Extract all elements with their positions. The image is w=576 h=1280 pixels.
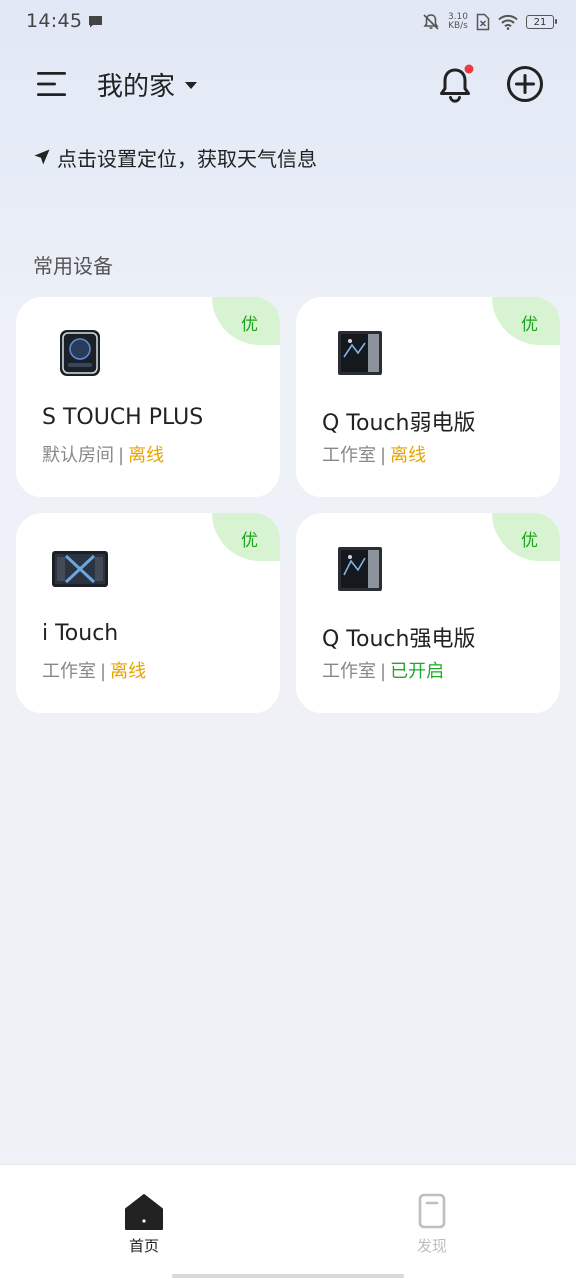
discover-icon (418, 1193, 446, 1229)
device-room: 工作室 (322, 445, 376, 466)
caret-down-icon (185, 81, 198, 89)
device-card-q-touch-weak[interactable]: 优 Q Touch弱电版 工作室 | 离线 (296, 297, 560, 497)
device-card-q-touch-strong[interactable]: 优 Q Touch强电版 工作室 | 已开启 (296, 513, 560, 713)
bottom-nav: 首页 发现 (0, 1164, 576, 1280)
separator: | (380, 661, 387, 682)
mute-bell-icon (423, 14, 439, 30)
nav-label-discover: 发现 (416, 1237, 447, 1255)
battery-indicator: 21 (526, 15, 557, 29)
device-card-i-touch[interactable]: 优 i Touch 工作室 | 离线 (16, 513, 280, 713)
device-status: 离线 (110, 661, 147, 682)
menu-icon[interactable] (36, 70, 68, 98)
separator: | (100, 661, 107, 682)
device-image-i-touch (52, 551, 108, 587)
device-room: 默认房间 (42, 445, 114, 466)
device-status: 离线 (128, 445, 165, 466)
device-name: Q Touch弱电版 (322, 411, 476, 436)
status-icons: 3.10 KB/s 21 (422, 10, 557, 34)
device-meta: 工作室 | 离线 (322, 441, 426, 467)
nav-label-home: 首页 (128, 1237, 159, 1255)
status-time: 14:45 (26, 10, 83, 32)
gesture-bar[interactable] (172, 1274, 404, 1278)
status-bar: 14:45 3.10 KB/s 21 (0, 0, 576, 44)
device-image-q-touch-weak (338, 331, 382, 375)
quality-badge: 优 (212, 297, 280, 345)
device-room: 工作室 (42, 661, 96, 682)
wifi-icon (498, 14, 518, 30)
add-device-icon[interactable] (505, 64, 545, 104)
device-image-s-touch-plus (60, 330, 100, 376)
device-meta: 工作室 | 离线 (42, 657, 146, 683)
quality-badge: 优 (492, 297, 560, 345)
device-meta: 工作室 | 已开启 (322, 657, 444, 683)
device-name: i Touch (42, 621, 119, 646)
notification-bell-icon[interactable] (436, 64, 474, 104)
section-title: 常用设备 (33, 254, 113, 278)
quality-badge: 优 (212, 513, 280, 561)
location-arrow-icon (34, 149, 50, 165)
device-image-q-touch-strong (338, 547, 382, 591)
quality-badge: 优 (492, 513, 560, 561)
device-room: 工作室 (322, 661, 376, 682)
network-speed: 3.10 KB/s (448, 13, 468, 31)
home-title: 我的家 (97, 71, 176, 102)
nav-item-home[interactable]: 首页 (104, 1193, 184, 1257)
nav-item-discover[interactable]: 发现 (392, 1193, 472, 1257)
device-status: 离线 (390, 445, 427, 466)
device-status: 已开启 (390, 661, 445, 682)
separator: | (380, 445, 387, 466)
location-prompt[interactable]: 点击设置定位，获取天气信息 (33, 143, 317, 171)
location-text: 点击设置定位，获取天气信息 (57, 146, 317, 171)
device-meta: 默认房间 | 离线 (42, 441, 164, 467)
net-speed-unit: KB/s (448, 21, 468, 31)
notification-dot (464, 64, 474, 74)
device-name: S TOUCH PLUS (42, 405, 204, 430)
battery-level: 21 (533, 16, 547, 28)
home-icon (125, 1194, 163, 1230)
device-name: Q Touch强电版 (322, 627, 476, 652)
device-card-s-touch-plus[interactable]: 优 S TOUCH PLUS 默认房间 | 离线 (16, 297, 280, 497)
separator: | (118, 445, 125, 466)
home-selector[interactable]: 我的家 (97, 66, 198, 102)
no-sim-icon (476, 13, 490, 31)
message-notification-icon (89, 16, 102, 28)
